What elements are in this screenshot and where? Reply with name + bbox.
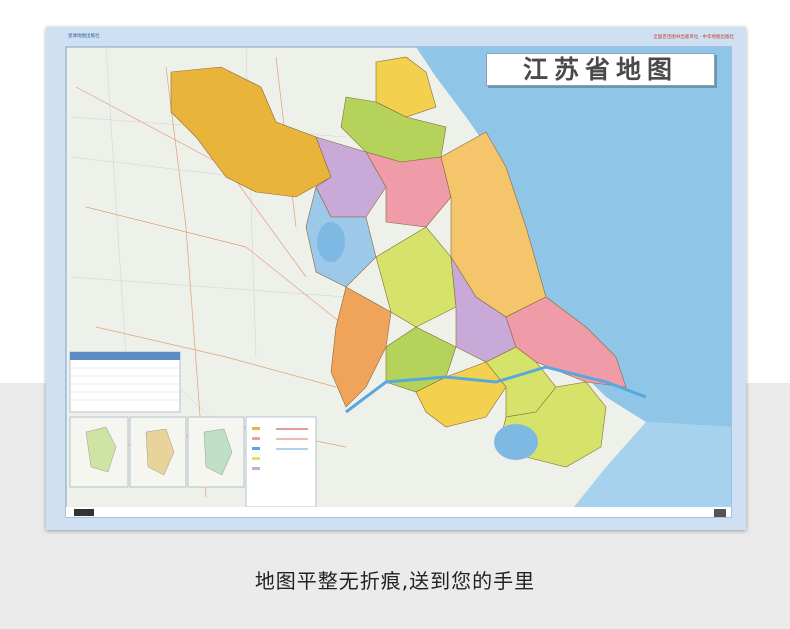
publisher-logo: 星球地图出版社 bbox=[68, 34, 100, 39]
caption: 地图平整无折痕,送到您的手里 bbox=[254, 569, 536, 593]
map-title: 江苏省地图 bbox=[486, 53, 715, 86]
map-sheet: 星球地图出版社 全国百佳图书出版单位 · 中华地图出版社 江苏省地图 bbox=[46, 27, 746, 530]
imprint-strip bbox=[66, 507, 731, 517]
lake-hongze bbox=[317, 222, 345, 262]
legend-box bbox=[245, 416, 317, 508]
header-note: 全国百佳图书出版单位 · 中华地图出版社 bbox=[653, 35, 734, 40]
distance-table-header bbox=[70, 352, 180, 360]
qr-code bbox=[714, 509, 726, 517]
map-graphic bbox=[46, 27, 746, 530]
distance-table bbox=[69, 351, 181, 413]
lake-taihu bbox=[494, 424, 538, 460]
barcode bbox=[74, 509, 94, 516]
